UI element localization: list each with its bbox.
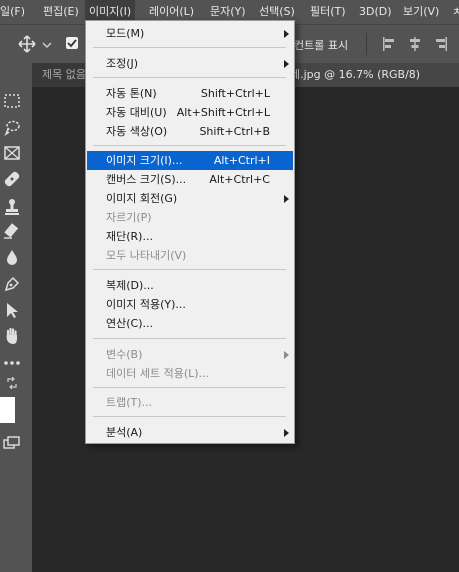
menu-item-auto-color[interactable]: 자동 색상(O) Shift+Ctrl+B <box>87 122 293 141</box>
menu-item-label: 자르기(P) <box>106 211 152 224</box>
show-transform-controls-label[interactable]: 컨트롤 표시 <box>294 37 348 53</box>
menu-item-mode[interactable]: 모드(M) <box>87 24 293 43</box>
menu-item-shortcut: Alt+Shift+Ctrl+L <box>176 106 270 119</box>
align-right-icon[interactable] <box>434 36 448 55</box>
marquee-icon[interactable] <box>2 91 22 111</box>
menu-edit[interactable]: 편집(E) <box>43 0 79 24</box>
screen-mode-icon[interactable] <box>2 433 22 453</box>
menu-item-label: 재단(R)... <box>106 230 153 243</box>
menu-item-image-size[interactable]: 이미지 크기(I)... Alt+Ctrl+I <box>87 151 293 170</box>
tools-panel <box>0 63 32 572</box>
align-left-icon[interactable] <box>382 36 396 55</box>
menu-item-auto-tone[interactable]: 자동 톤(N) Shift+Ctrl+L <box>87 84 293 103</box>
eraser-icon[interactable] <box>2 221 22 241</box>
align-center-icon[interactable] <box>408 36 422 55</box>
submenu-arrow-icon <box>284 195 289 203</box>
menu-file[interactable]: 일(F) <box>0 0 25 24</box>
chevron-down-icon[interactable] <box>42 39 52 52</box>
menu-item-label: 자동 색상(O) <box>106 125 168 138</box>
menu-item-label: 이미지 회전(G) <box>106 192 178 205</box>
menu-item-label: 이미지 적용(Y)... <box>106 298 186 311</box>
divider <box>366 33 367 55</box>
menu-item-shortcut: Alt+Ctrl+C <box>209 173 270 186</box>
menu-3d[interactable]: 3D(D) <box>359 0 392 24</box>
move-icon[interactable] <box>18 35 36 56</box>
menu-item-label: 캔버스 크기(S)... <box>106 173 187 186</box>
hand-icon[interactable] <box>2 326 22 346</box>
tab-active-document[interactable]: 제.jpg @ 16.7% (RGB/8) <box>288 63 459 87</box>
tab-untitled[interactable]: 제목 없음 <box>42 63 86 87</box>
menu-item-label: 이미지 크기(I)... <box>106 154 183 167</box>
menu-item-trap[interactable]: 트랩(T)... <box>87 393 293 412</box>
menu-separator <box>93 269 286 270</box>
menu-separator <box>93 77 286 78</box>
submenu-arrow-icon <box>284 351 289 359</box>
menu-separator <box>93 387 286 388</box>
submenu-arrow-icon <box>284 60 289 68</box>
menu-item-label: 모드(M) <box>106 27 145 40</box>
more-tools-icon[interactable] <box>2 353 22 373</box>
menu-item-apply-data-set[interactable]: 데이터 세트 적용(L)... <box>87 364 293 383</box>
menu-window[interactable]: ㅊ <box>452 0 459 24</box>
menu-separator <box>93 145 286 146</box>
blur-drop-icon[interactable] <box>2 247 22 267</box>
foreground-color[interactable] <box>0 397 15 423</box>
menu-item-shortcut: Alt+Ctrl+I <box>213 154 270 167</box>
image-menu-dropdown: 모드(M) 조정(J) 자동 톤(N) Shift+Ctrl+L 자동 대비(U… <box>85 20 295 444</box>
menu-item-label: 자동 톤(N) <box>106 87 157 100</box>
menu-item-adjustments[interactable]: 조정(J) <box>87 54 293 73</box>
menu-item-shortcut: Shift+Ctrl+B <box>199 125 270 138</box>
menu-item-label: 조정(J) <box>106 57 139 70</box>
menu-item-label: 데이터 세트 적용(L)... <box>106 367 210 380</box>
menu-item-label: 모두 나타내기(V) <box>106 249 187 262</box>
stamp-icon[interactable] <box>2 197 22 217</box>
menu-item-label: 분석(A) <box>106 426 143 439</box>
lasso-icon[interactable] <box>2 118 22 138</box>
menu-separator <box>93 416 286 417</box>
auto-select-checkbox[interactable] <box>66 37 78 49</box>
menu-item-auto-contrast[interactable]: 자동 대비(U) Alt+Shift+Ctrl+L <box>87 103 293 122</box>
menu-item-trim[interactable]: 재단(R)... <box>87 227 293 246</box>
menu-filter[interactable]: 필터(T) <box>310 0 346 24</box>
menu-item-variables[interactable]: 변수(B) <box>87 345 293 364</box>
menu-item-canvas-size[interactable]: 캔버스 크기(S)... Alt+Ctrl+C <box>87 170 293 189</box>
menu-item-label: 복제(D)... <box>106 279 154 292</box>
healing-brush-icon[interactable] <box>2 169 22 189</box>
swap-colors-icon[interactable] <box>6 377 18 389</box>
menu-separator <box>93 47 286 48</box>
submenu-arrow-icon <box>284 429 289 437</box>
menu-item-label: 변수(B) <box>106 348 143 361</box>
menu-item-analysis[interactable]: 분석(A) <box>87 423 293 442</box>
pen-icon[interactable] <box>2 274 22 294</box>
menu-view[interactable]: 보기(V) <box>403 0 439 24</box>
menu-item-calculations[interactable]: 연산(C)... <box>87 314 293 333</box>
menu-item-shortcut: Shift+Ctrl+L <box>200 87 270 100</box>
submenu-arrow-icon <box>284 30 289 38</box>
menu-separator <box>93 338 286 339</box>
menu-item-crop[interactable]: 자르기(P) <box>87 208 293 227</box>
path-select-icon[interactable] <box>2 300 22 320</box>
menu-item-apply-image[interactable]: 이미지 적용(Y)... <box>87 295 293 314</box>
menu-item-image-rotation[interactable]: 이미지 회전(G) <box>87 189 293 208</box>
crop-icon[interactable] <box>2 143 22 163</box>
menu-item-label: 자동 대비(U) <box>106 106 167 119</box>
menu-item-reveal-all[interactable]: 모두 나타내기(V) <box>87 246 293 265</box>
menu-item-label: 트랩(T)... <box>106 396 153 409</box>
menu-item-duplicate[interactable]: 복제(D)... <box>87 276 293 295</box>
menu-item-label: 연산(C)... <box>106 317 153 330</box>
